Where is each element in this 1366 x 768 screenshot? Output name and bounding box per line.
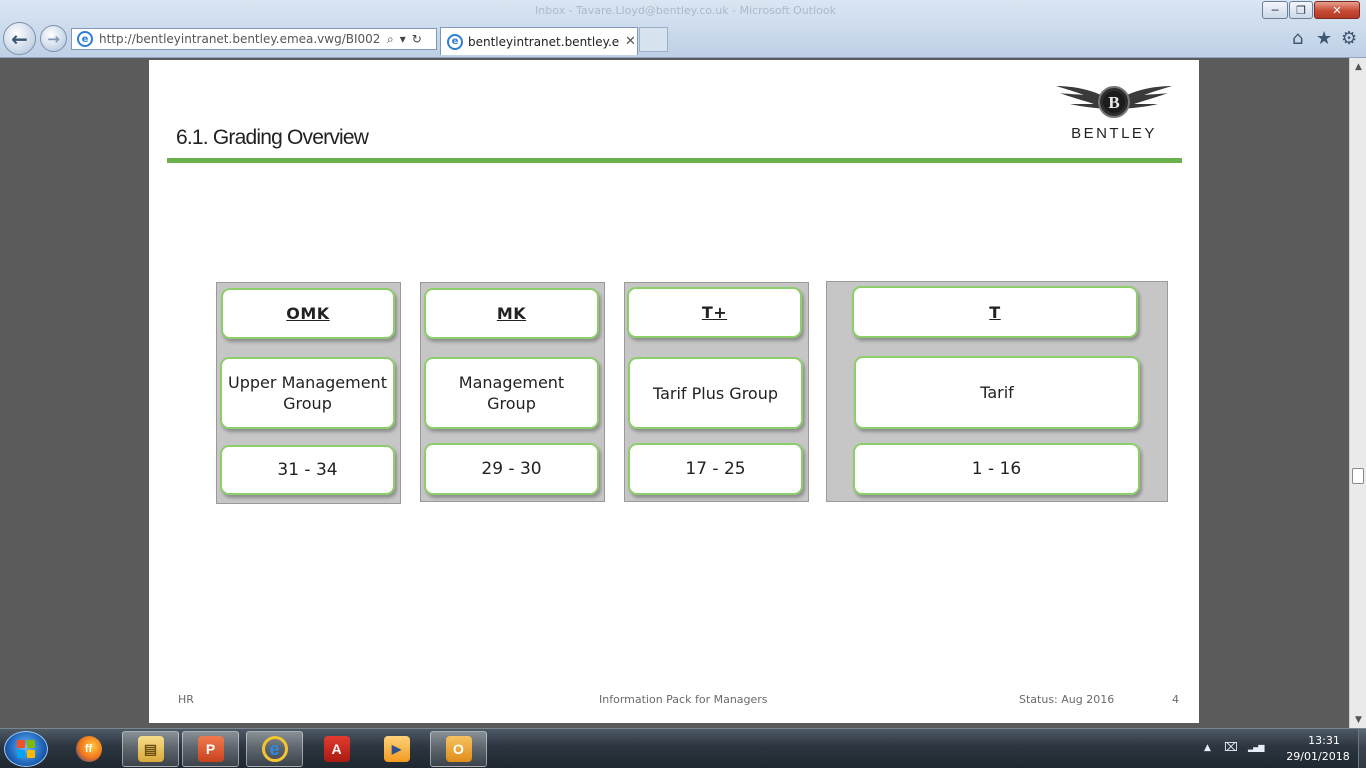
back-arrow-icon: ← <box>11 26 28 51</box>
title-divider <box>167 158 1182 163</box>
window-title: Inbox - Tavare.Lloyd@bentley.co.uk - Mic… <box>535 4 836 17</box>
taskbar-app-powerpoint[interactable]: P <box>182 731 239 767</box>
grade-range: 1 - 16 <box>853 443 1140 495</box>
grade-code: OMK <box>221 288 395 339</box>
taskbar-app-firefox[interactable]: ff <box>60 731 117 767</box>
taskbar-app-outlook[interactable]: O <box>430 731 487 767</box>
grade-code: MK <box>424 288 599 339</box>
grade-range: 17 - 25 <box>628 443 803 495</box>
forward-button[interactable]: → <box>40 25 67 52</box>
footer-status: Status: Aug 2016 <box>1019 693 1115 706</box>
footer-department: HR <box>178 693 194 706</box>
ie-tab-icon: e <box>447 33 463 50</box>
browser-tab-active[interactable]: e bentleyintranet.bentley.em... ✕ <box>440 27 638 55</box>
svg-text:B: B <box>1108 93 1119 112</box>
tools-gear-icon[interactable]: ⚙ <box>1341 28 1357 49</box>
grade-description: Management Group <box>424 357 599 429</box>
grade-description: Upper Management Group <box>220 357 395 429</box>
slide-page: 6.1. Grading Overview B BENTLEY OMK Uppe… <box>149 60 1199 723</box>
bentley-wings-icon: B <box>1056 86 1172 118</box>
folder-icon: ▤ <box>137 736 164 762</box>
grade-description: Tarif Plus Group <box>628 357 803 429</box>
system-tray: ▲ ⌧ ▂▄▆ 13:31 29/01/2018 <box>1198 729 1366 768</box>
forward-arrow-icon: → <box>47 29 60 48</box>
grade-description: Tarif <box>854 356 1140 429</box>
taskbar-app-internet-explorer[interactable]: e <box>246 731 303 767</box>
close-tab-icon[interactable]: ✕ <box>625 34 636 49</box>
clock-date[interactable]: 29/01/2018 <box>1278 750 1358 763</box>
slide-title: 6.1. Grading Overview <box>176 126 369 149</box>
power-icon[interactable]: ⌧ <box>1224 740 1238 754</box>
grade-range: 29 - 30 <box>424 443 599 495</box>
favorites-star-icon[interactable]: ★ <box>1316 28 1332 49</box>
acrobat-icon: A <box>323 736 350 762</box>
dropdown-icon[interactable]: ▾ <box>400 32 406 46</box>
back-button[interactable]: ← <box>3 22 36 55</box>
new-tab-button[interactable] <box>639 27 668 52</box>
footer-page-number: 4 <box>1172 693 1179 706</box>
home-icon[interactable]: ⌂ <box>1292 28 1303 49</box>
clock-time[interactable]: 13:31 <box>1294 734 1354 747</box>
grade-range: 31 - 34 <box>220 445 395 495</box>
grade-group-omk: OMK Upper Management Group 31 - 34 <box>216 282 401 504</box>
bentley-logo: B BENTLEY <box>1054 80 1174 145</box>
maximize-button[interactable]: ❐ <box>1289 1 1313 19</box>
footer-document-title: Information Pack for Managers <box>599 693 768 706</box>
search-icon[interactable]: ⌕ <box>387 32 394 47</box>
windows-taskbar: ff ▤ P e A ▶ O ▲ ⌧ ▂▄▆ 13:31 29/01/2018 <box>0 728 1366 768</box>
network-signal-icon[interactable]: ▂▄▆ <box>1248 743 1265 752</box>
close-window-button[interactable]: ✕ <box>1314 1 1360 19</box>
grade-group-t: T Tarif 1 - 16 <box>826 281 1168 502</box>
logo-wordmark: BENTLEY <box>1071 125 1157 142</box>
address-bar[interactable]: e http://bentleyintranet.bentley.emea.vw… <box>71 28 437 50</box>
vertical-scrollbar[interactable]: ▲ ▼ <box>1349 58 1366 728</box>
ie-icon: e <box>261 736 288 762</box>
outlook-icon: O <box>445 736 472 762</box>
grade-code: T+ <box>627 287 802 338</box>
show-desktop-button[interactable] <box>1358 729 1366 768</box>
grade-code: T <box>852 286 1138 338</box>
scroll-down-arrow-icon[interactable]: ▼ <box>1350 711 1366 728</box>
grade-group-t-plus: T+ Tarif Plus Group 17 - 25 <box>624 282 809 502</box>
address-url[interactable]: http://bentleyintranet.bentley.emea.vwg/… <box>99 32 381 46</box>
scroll-up-arrow-icon[interactable]: ▲ <box>1350 58 1366 75</box>
refresh-icon[interactable]: ↻ <box>412 32 422 46</box>
media-player-icon: ▶ <box>383 736 410 762</box>
tab-title: bentleyintranet.bentley.em... <box>468 34 620 49</box>
powerpoint-icon: P <box>197 736 224 762</box>
minimize-button[interactable]: ─ <box>1262 1 1288 19</box>
start-button[interactable] <box>4 731 48 767</box>
browser-chrome: Inbox - Tavare.Lloyd@bentley.co.uk - Mic… <box>0 0 1366 58</box>
firefox-icon: ff <box>75 736 102 762</box>
taskbar-app-media-player[interactable]: ▶ <box>368 731 425 767</box>
taskbar-app-file-explorer[interactable]: ▤ <box>122 731 179 767</box>
grade-group-mk: MK Management Group 29 - 30 <box>420 282 605 502</box>
ie-page-icon: e <box>77 31 93 47</box>
tray-expand-icon[interactable]: ▲ <box>1204 743 1211 753</box>
taskbar-app-acrobat[interactable]: A <box>308 731 365 767</box>
windows-logo-icon <box>17 740 35 758</box>
scrollbar-thumb[interactable] <box>1352 468 1364 484</box>
